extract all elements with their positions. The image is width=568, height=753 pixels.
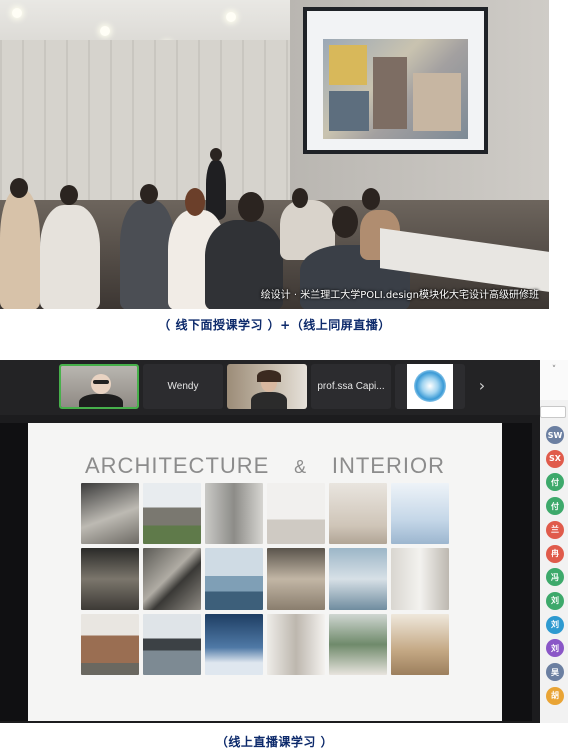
participant-avatar[interactable]: 吴 xyxy=(546,663,564,681)
interior-image xyxy=(329,613,387,675)
online-caption: （线上直播课学习 ） xyxy=(215,735,334,749)
offline-caption: （ 线下面授课学习 ）+（线上同屏直播） xyxy=(158,318,391,332)
photo-overlay-caption: 绘设计 · 米兰理工大学POLI.design模块化大宅设计高级研修班 xyxy=(260,290,539,301)
slide-title-amp: & xyxy=(294,457,308,477)
interior-image xyxy=(391,483,449,545)
participant-body xyxy=(79,394,123,407)
participant-hair xyxy=(257,370,281,382)
participant-avatar[interactable]: 付 xyxy=(546,473,564,492)
attendee-head xyxy=(10,178,28,198)
attendee xyxy=(40,205,100,309)
attendee-head xyxy=(60,185,78,205)
presentation-slide: ARCHITECTURE & INTERIOR xyxy=(28,423,502,721)
architecture-image xyxy=(81,483,139,545)
participant-avatar[interactable]: 付 xyxy=(546,497,564,516)
attendee-head xyxy=(238,192,264,222)
video-call-window: Wendy prof.ssa Capi... › ARCHITECTURE & … xyxy=(0,360,549,723)
participant-avatar[interactable]: 刘 xyxy=(546,591,564,610)
participant-avatar[interactable]: SW xyxy=(546,426,564,444)
ceiling-light xyxy=(226,12,236,22)
architecture-image xyxy=(81,548,139,610)
lecturer-head xyxy=(210,148,222,161)
chevron-down-icon[interactable]: ˅ xyxy=(540,360,568,400)
participant-strip: Wendy prof.ssa Capi... › xyxy=(0,360,549,415)
projector-screen xyxy=(303,7,488,154)
classroom-photo: 绘设计 · 米兰理工大学POLI.design模块化大宅设计高级研修班 xyxy=(0,0,549,309)
interior-image xyxy=(391,548,449,610)
interior-image xyxy=(391,613,449,675)
participant-logo-icon xyxy=(414,370,446,402)
attendee-head xyxy=(140,184,158,204)
participants-sidebar: ˅ SW SX 付付兰冉冯刘刘刘吴胡 xyxy=(540,360,568,723)
participant-body xyxy=(251,392,287,409)
architecture-image xyxy=(205,548,263,610)
attendee-head xyxy=(292,188,308,208)
slide-title: ARCHITECTURE & INTERIOR xyxy=(85,453,445,479)
interior-image xyxy=(329,483,387,545)
slide-title-left: ARCHITECTURE xyxy=(85,453,270,478)
interior-image xyxy=(267,548,325,610)
interior-image xyxy=(267,613,325,675)
ceiling-light xyxy=(12,8,22,18)
participant-tile-wendy[interactable]: Wendy xyxy=(143,364,223,409)
attendee-head xyxy=(362,188,380,210)
participant-avatar[interactable]: 刘 xyxy=(546,615,564,634)
image-grid xyxy=(81,483,449,675)
architecture-image xyxy=(81,613,139,675)
participant-avatar[interactable]: 冉 xyxy=(546,544,564,563)
participant-avatar[interactable]: 刘 xyxy=(546,639,564,658)
sidebar-search-input[interactable] xyxy=(540,406,566,418)
participant-avatar[interactable]: 冯 xyxy=(546,568,564,587)
interior-image xyxy=(329,548,387,610)
architecture-image xyxy=(205,483,263,545)
attendee xyxy=(120,200,175,309)
glasses-icon xyxy=(93,380,109,384)
attendee-head xyxy=(185,188,205,216)
participant-tile-prof[interactable]: prof.ssa Capi... xyxy=(311,364,391,409)
participant-name: prof.ssa Capi... xyxy=(317,381,385,392)
projected-slide xyxy=(323,39,468,139)
attendee-head xyxy=(332,206,358,238)
participant-tile-video[interactable] xyxy=(227,364,307,409)
interior-image xyxy=(267,483,325,545)
attendee xyxy=(0,190,40,309)
participant-avatar[interactable]: 兰 xyxy=(546,520,564,539)
participant-tile-logo[interactable] xyxy=(395,364,465,409)
shared-screen: ARCHITECTURE & INTERIOR xyxy=(0,423,532,721)
participant-avatar[interactable]: SX xyxy=(546,449,564,468)
architecture-image xyxy=(143,613,201,675)
slide-title-right: INTERIOR xyxy=(331,453,445,478)
participant-name: Wendy xyxy=(167,381,199,392)
participant-face xyxy=(91,374,111,394)
architecture-image xyxy=(143,548,201,610)
architecture-image xyxy=(143,483,201,545)
chevron-right-icon[interactable]: › xyxy=(472,374,492,398)
participant-tile-video[interactable] xyxy=(59,364,139,409)
ceiling-light xyxy=(100,26,110,36)
participant-avatar[interactable]: 胡 xyxy=(546,686,564,705)
architecture-image xyxy=(205,613,263,675)
